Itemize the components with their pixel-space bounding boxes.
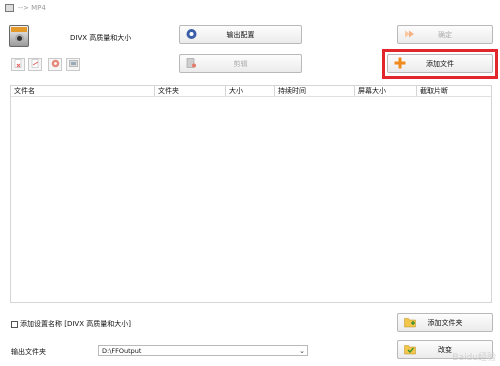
output-folder-value: D:\FFOutput <box>102 346 142 355</box>
play-preview-icon <box>68 59 78 70</box>
folder-add-icon <box>404 316 417 329</box>
column-header[interactable]: 大小 <box>226 86 275 96</box>
arrow-right-icon <box>404 28 416 41</box>
add-setting-label: 添加设置名称 [DIVX 高质量和大小] <box>20 320 131 328</box>
edit-label: 剪辑 <box>233 59 248 68</box>
column-header[interactable]: 截取片断 <box>417 86 491 96</box>
watermark: Baidu经验 <box>452 353 496 363</box>
scissors-film-icon <box>186 57 197 70</box>
remove-file-icon <box>14 59 23 70</box>
output-config-button[interactable]: 输出配置 <box>179 25 302 44</box>
format-icon <box>9 25 29 47</box>
output-folder-select[interactable]: D:\FFOutput ⌄ <box>98 345 308 356</box>
chevron-down-icon[interactable]: ⌄ <box>297 347 307 355</box>
title-bar: --> MP4 <box>0 0 500 16</box>
gear-disc-icon <box>186 28 197 41</box>
highlight-box <box>382 49 498 79</box>
profile-label: DIVX 高质量和大小 <box>70 34 132 42</box>
clear-list-tool[interactable] <box>28 58 42 71</box>
window-title: --> MP4 <box>18 4 46 12</box>
app-icon <box>5 4 14 12</box>
edit-button[interactable]: 剪辑 <box>179 54 302 73</box>
output-config-label: 输出配置 <box>226 30 255 39</box>
add-setting-name-option[interactable]: 添加设置名称 [DIVX 高质量和大小] <box>11 319 131 329</box>
column-header[interactable]: 屏幕大小 <box>355 86 417 96</box>
ok-button[interactable]: 确定 <box>397 25 493 44</box>
file-list-table[interactable]: 文件名 文件夹 大小 持续时间 屏幕大小 截取片断 <box>10 85 492 303</box>
column-header[interactable]: 文件夹 <box>155 86 226 96</box>
output-folder-label: 输出文件夹 <box>11 348 46 356</box>
table-header: 文件名 文件夹 大小 持续时间 屏幕大小 截取片断 <box>11 86 491 97</box>
column-header[interactable]: 文件名 <box>11 86 155 96</box>
media-info-tool[interactable] <box>48 58 62 71</box>
remove-file-tool[interactable] <box>11 58 25 71</box>
add-folder-button[interactable]: 添加文件夹 <box>397 313 493 332</box>
clear-list-icon <box>31 59 40 70</box>
folder-check-icon <box>404 343 417 356</box>
column-header[interactable]: 持续时间 <box>275 86 355 96</box>
media-info-icon <box>51 59 60 70</box>
add-setting-checkbox[interactable] <box>11 320 18 328</box>
play-preview-tool[interactable] <box>66 58 80 71</box>
